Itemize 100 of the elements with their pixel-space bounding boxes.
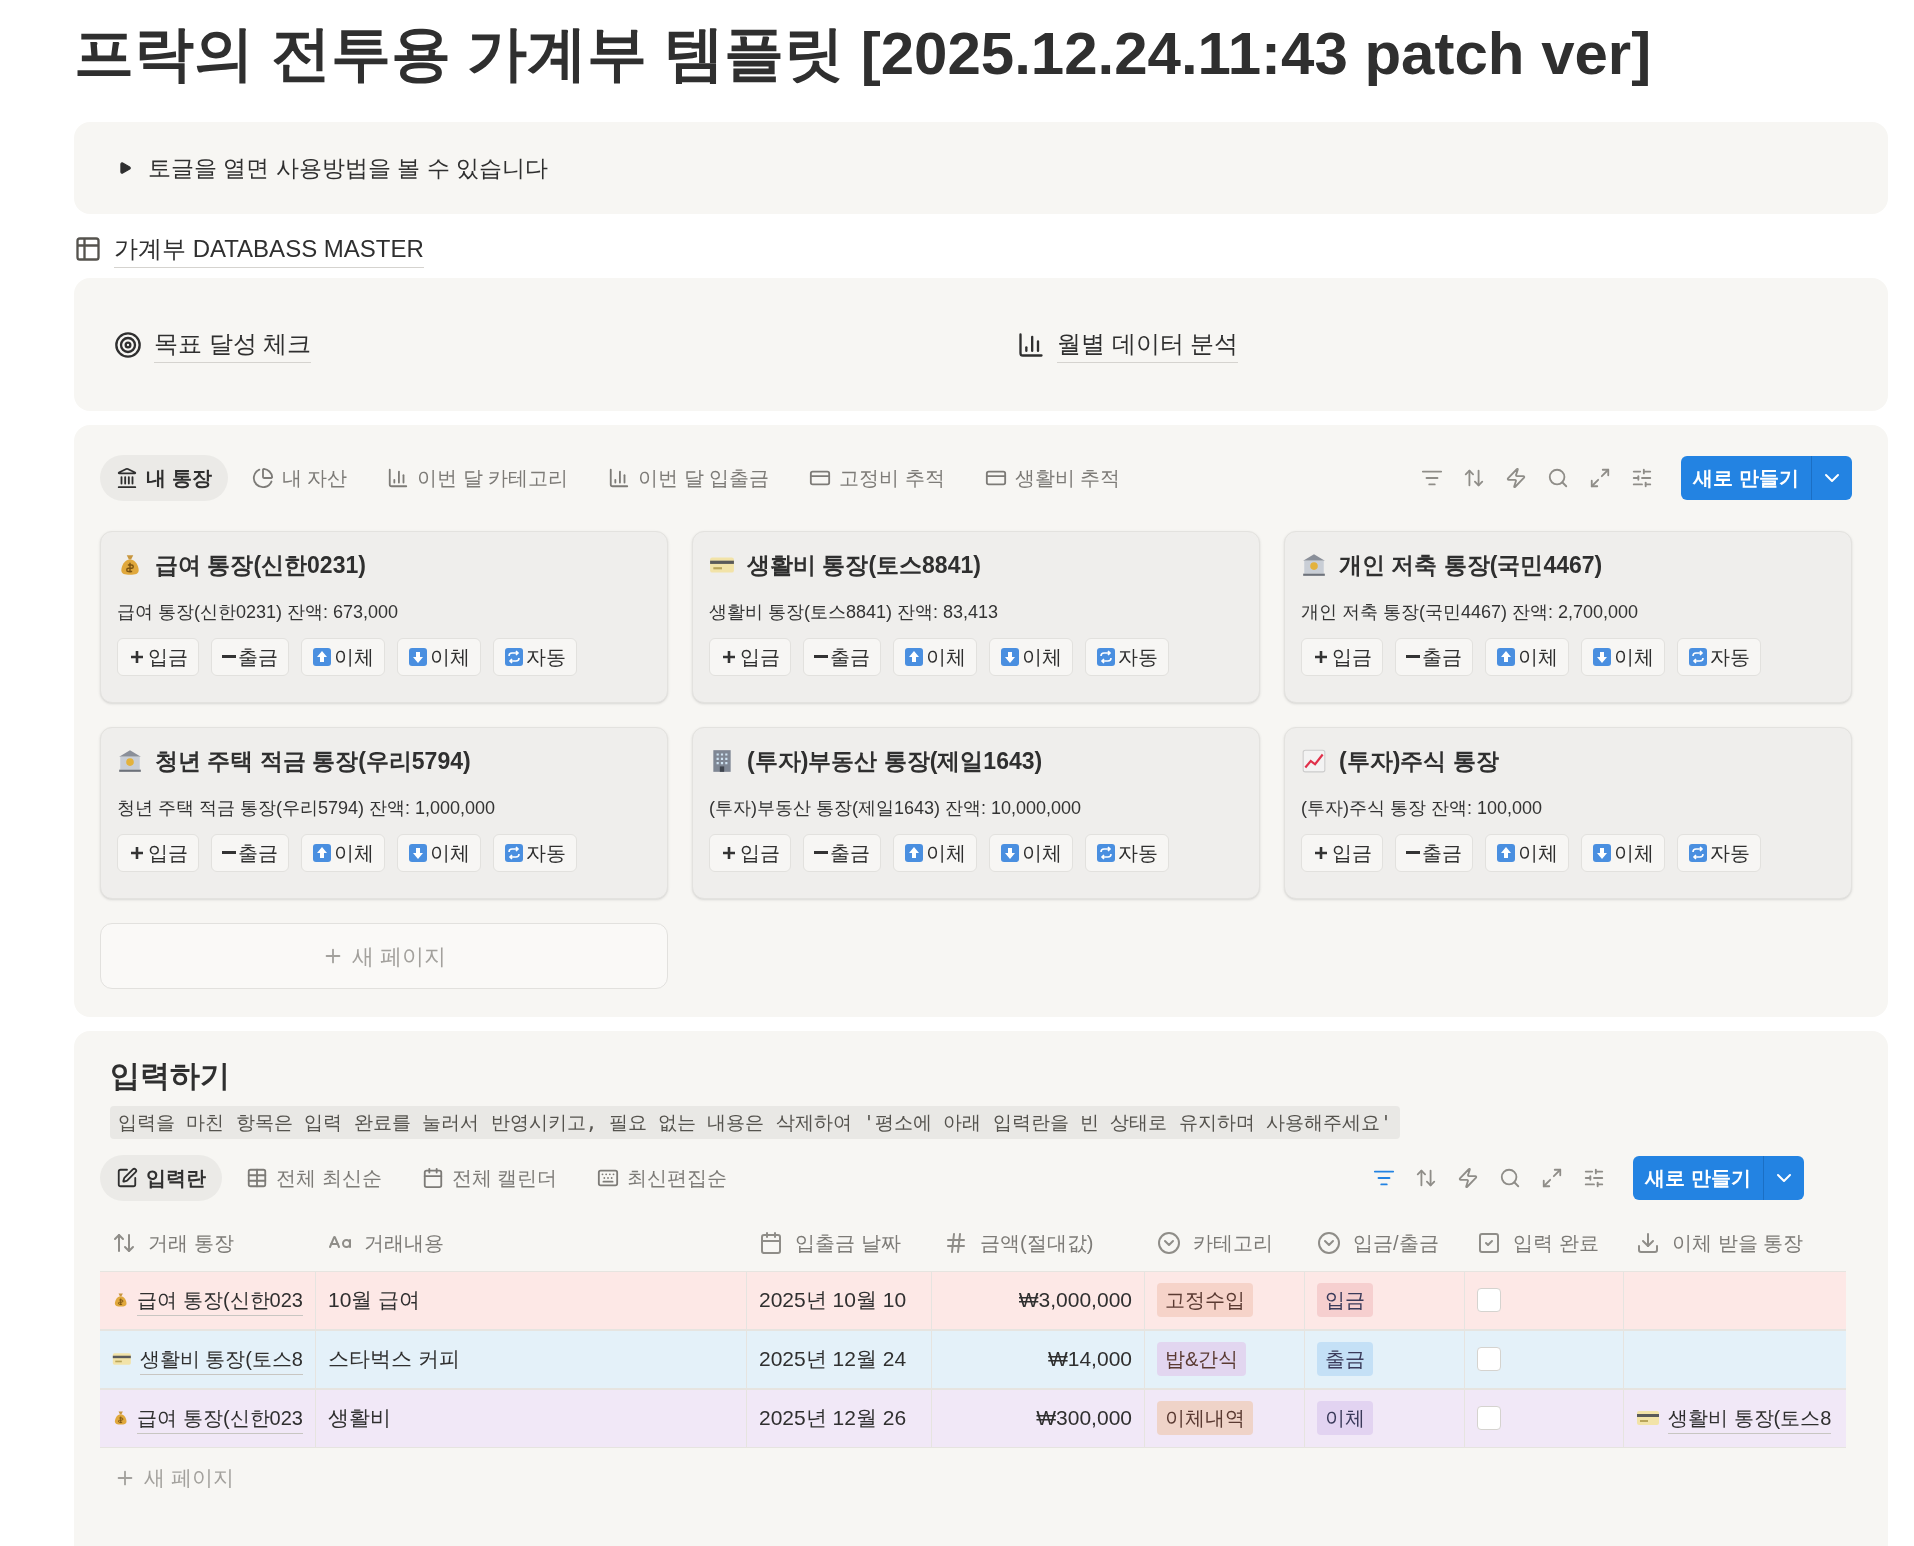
section-heading: 입력하기 bbox=[109, 1058, 231, 1094]
lightning-icon[interactable] bbox=[1505, 467, 1528, 489]
action-button[interactable]: 입금 bbox=[709, 637, 791, 676]
target-icon bbox=[114, 330, 142, 359]
search-icon[interactable] bbox=[1499, 1166, 1522, 1189]
settings-icon[interactable] bbox=[1631, 467, 1654, 489]
action-button[interactable]: 입금 bbox=[1301, 833, 1383, 872]
view-tab[interactable]: 최신편집순 bbox=[581, 1154, 744, 1201]
view-tab[interactable]: 전체 캘린더 bbox=[405, 1154, 574, 1201]
action-button[interactable]: 이체 bbox=[397, 833, 481, 872]
column-header[interactable]: 금액(절대값) bbox=[980, 1227, 1094, 1258]
action-button[interactable]: 출금 bbox=[211, 833, 289, 872]
table-row[interactable]: 급여 통장(신한023 생활비 2025년 12월 26 ₩300,000 이체내역 이체 생활비 통장(토스8 bbox=[100, 1388, 1846, 1448]
table-cell-text: 2025년 12월 24 bbox=[759, 1346, 907, 1373]
action-button[interactable]: 입금 bbox=[1301, 637, 1383, 676]
account-card[interactable]: 급여 통장(신한0231) 급여 통장(신한0231) 잔액: 673,000 입금 출금 이체 이체 자동 bbox=[100, 531, 668, 703]
column-header[interactable]: 이체 받을 통장 bbox=[1672, 1227, 1804, 1258]
action-button[interactable]: 이체 bbox=[1581, 637, 1665, 676]
action-button[interactable]: 이체 bbox=[397, 637, 481, 676]
action-button[interactable]: 출금 bbox=[803, 637, 881, 676]
page-title: 프락의 전투용 가계부 템플릿 [2025.12.24.11:43 patch ver] bbox=[74, 19, 1653, 89]
action-button[interactable]: 이체 bbox=[1485, 833, 1569, 872]
action-button[interactable]: 이체 bbox=[893, 637, 977, 676]
done-checkbox[interactable] bbox=[1477, 1288, 1501, 1312]
view-tab[interactable]: 이번 달 카테고리 bbox=[371, 455, 585, 501]
action-button[interactable]: 출금 bbox=[1395, 833, 1473, 872]
action-button[interactable]: 입금 bbox=[117, 833, 199, 872]
action-button[interactable]: 자동 bbox=[1677, 833, 1761, 872]
expand-icon[interactable] bbox=[1589, 467, 1612, 489]
view-tab[interactable]: 내 자산 bbox=[235, 455, 364, 501]
view-tab[interactable]: 이번 달 입출금 bbox=[592, 455, 786, 501]
account-card[interactable]: 청년 주택 적금 통장(우리5794) 청년 주택 적금 통장(우리5794) 잔액: 1,000,000 입금 출금 이체 이체 자동 bbox=[100, 727, 668, 899]
account-link[interactable]: 급여 통장(신한023 bbox=[137, 1284, 303, 1316]
calendar-icon bbox=[759, 1230, 783, 1255]
checkbox-icon bbox=[1477, 1230, 1501, 1255]
action-button[interactable]: 이체 bbox=[989, 637, 1073, 676]
account-link[interactable]: 생활비 통장(토스8 bbox=[139, 1343, 303, 1375]
view-tab[interactable]: 내 통장 bbox=[100, 455, 228, 501]
toggle-triangle-icon[interactable] bbox=[118, 161, 132, 175]
account-card[interactable]: 개인 저축 통장(국민4467) 개인 저축 통장(국민4467) 잔액: 2,700,000 입금 출금 이체 이체 자동 bbox=[1284, 531, 1852, 703]
view-tab[interactable]: 생활비 추적 bbox=[968, 455, 1137, 501]
view-tab[interactable]: 전체 최신순 bbox=[230, 1154, 398, 1201]
column-header[interactable]: 입력 완료 bbox=[1513, 1227, 1599, 1258]
action-button[interactable]: 입금 bbox=[117, 637, 199, 676]
action-button[interactable]: 자동 bbox=[493, 637, 577, 676]
sort-icon[interactable] bbox=[1463, 467, 1486, 489]
action-button[interactable]: 자동 bbox=[1677, 637, 1761, 676]
table-cell-text: ₩3,000,000 bbox=[1018, 1287, 1132, 1314]
account-balance: 생활비 통장(토스8841) 잔액: 83,413 bbox=[709, 600, 1000, 624]
action-button[interactable]: 출금 bbox=[1395, 637, 1473, 676]
account-link[interactable]: 급여 통장(신한023 bbox=[137, 1402, 303, 1434]
expand-icon[interactable] bbox=[1541, 1166, 1564, 1189]
column-header[interactable]: 입출금 날짜 bbox=[795, 1227, 901, 1258]
action-button[interactable]: 자동 bbox=[493, 833, 577, 872]
lightning-icon[interactable] bbox=[1457, 1166, 1480, 1189]
minus-icon bbox=[1406, 655, 1420, 658]
column-header[interactable]: 거래내용 bbox=[364, 1227, 444, 1258]
action-button[interactable]: 출금 bbox=[211, 637, 289, 676]
minus-icon bbox=[222, 655, 236, 658]
action-button[interactable]: 이체 bbox=[301, 637, 385, 676]
account-balance: 청년 주택 적금 통장(우리5794) 잔액: 1,000,000 bbox=[117, 796, 497, 820]
dropdown-circle-icon bbox=[1157, 1230, 1181, 1255]
minus-icon bbox=[814, 851, 828, 854]
settings-icon[interactable] bbox=[1583, 1166, 1606, 1189]
view-tab[interactable]: 고정비 추적 bbox=[793, 455, 961, 501]
account-link[interactable]: 생활비 통장(토스8 bbox=[1668, 1402, 1832, 1434]
database-link[interactable]: 가계부 DATABASS MASTER bbox=[114, 230, 424, 268]
table-row[interactable]: 생활비 통장(토스8 스타벅스 커피 2025년 12월 24 ₩14,000 밥&간식 출금 bbox=[100, 1329, 1846, 1389]
table-cell-text: 생활비 bbox=[328, 1405, 391, 1432]
account-title: 청년 주택 적금 통장(우리5794) bbox=[155, 747, 471, 776]
table-row[interactable]: 급여 통장(신한023 10월 급여 2025년 10월 10 ₩3,000,000 고정수입 입금 bbox=[100, 1270, 1846, 1330]
account-card[interactable]: (투자)부동산 통장(제일1643) (투자)부동산 통장(제일1643) 잔액: 10,000,000 입금 출금 이체 이체 자동 bbox=[692, 727, 1260, 899]
instruction-note: 입력을 마친 항목은 입력 완료를 눌러서 반영시키고, 필요 없는 내용은 삭제하여 '평소에 아래 입력란을 빈 상태로 유지하며 사용해주세요' bbox=[110, 1106, 1400, 1139]
column-header[interactable]: 입금/출금 bbox=[1353, 1227, 1439, 1258]
toggle-label: 토글을 열면 사용방법을 볼 수 있습니다 bbox=[148, 153, 548, 183]
repeat-icon bbox=[1096, 842, 1116, 863]
toggle-block[interactable]: 토글을 열면 사용방법을 볼 수 있습니다 bbox=[74, 122, 1888, 214]
bank-icon bbox=[116, 467, 138, 489]
account-card[interactable]: 생활비 통장(토스8841) 생활비 통장(토스8841) 잔액: 83,413 입금 출금 이체 이체 자동 bbox=[692, 531, 1260, 703]
action-button[interactable]: 이체 bbox=[893, 833, 977, 872]
done-checkbox[interactable] bbox=[1477, 1347, 1501, 1371]
minus-icon bbox=[1406, 851, 1420, 854]
search-icon[interactable] bbox=[1547, 467, 1570, 489]
view-tab[interactable]: 입력란 bbox=[100, 1154, 222, 1201]
action-button[interactable]: 입금 bbox=[709, 833, 791, 872]
column-header[interactable]: 카테고리 bbox=[1193, 1227, 1273, 1258]
page-link[interactable]: 월별 데이터 분석 bbox=[1057, 326, 1239, 363]
action-button[interactable]: 이체 bbox=[301, 833, 385, 872]
action-button[interactable]: 이체 bbox=[989, 833, 1073, 872]
account-balance: 개인 저축 통장(국민4467) 잔액: 2,700,000 bbox=[1301, 600, 1640, 624]
action-button[interactable]: 자동 bbox=[1085, 833, 1169, 872]
page-link[interactable]: 목표 달성 체크 bbox=[154, 326, 312, 363]
column-header[interactable]: 거래 통장 bbox=[148, 1227, 234, 1258]
action-button[interactable]: 이체 bbox=[1485, 637, 1569, 676]
done-checkbox[interactable] bbox=[1477, 1406, 1501, 1430]
action-button[interactable]: 자동 bbox=[1085, 637, 1169, 676]
action-button[interactable]: 이체 bbox=[1581, 833, 1665, 872]
account-title: 개인 저축 통장(국민4467) bbox=[1339, 551, 1603, 580]
account-card[interactable]: (투자)주식 통장 (투자)주식 통장 잔액: 100,000 입금 출금 이체 이체 자동 bbox=[1284, 727, 1852, 899]
action-button[interactable]: 출금 bbox=[803, 833, 881, 872]
